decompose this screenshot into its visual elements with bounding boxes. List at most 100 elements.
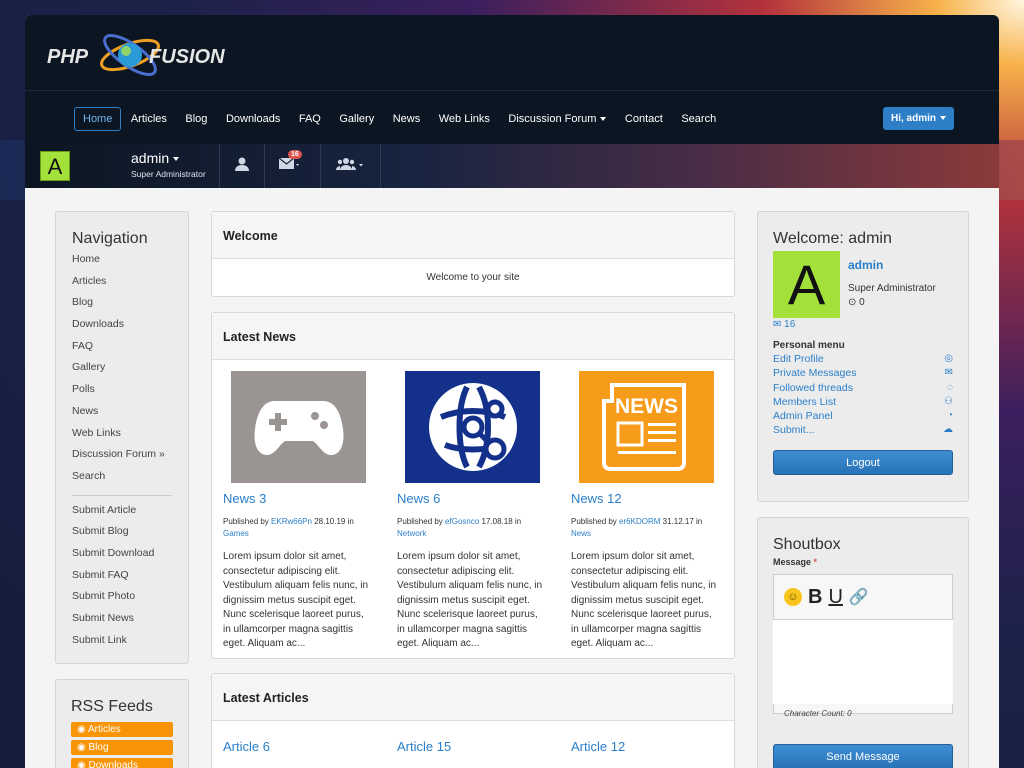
sidebar-item-submit-download[interactable]: Submit Download [72, 547, 172, 569]
welcome-text: Welcome to your site [426, 272, 520, 283]
news-category[interactable]: News [571, 529, 591, 538]
news-author[interactable]: efGosnco [445, 517, 479, 526]
sidebar-item-polls[interactable]: Polls [72, 383, 172, 405]
rss-downloads-label: Downloads [88, 760, 138, 768]
user-role: Super Administrator [131, 169, 206, 179]
news-meta: Published by efGosnco 17.08.18 in Network [397, 516, 547, 540]
link-icon[interactable]: 🔗 [849, 587, 869, 607]
news-author[interactable]: EKRw66Pn [271, 517, 312, 526]
sidebar-item-downloads[interactable]: Downloads [72, 318, 172, 340]
menu-edit-profile[interactable]: Edit Profile ◎ [773, 353, 953, 367]
news-title[interactable]: News 12 [571, 491, 721, 506]
nav-downloads[interactable]: Downloads [217, 107, 289, 131]
character-count: Character Count: 0 [784, 709, 852, 718]
sidebar-item-faq[interactable]: FAQ [72, 340, 172, 362]
sidebar-item-home[interactable]: Home [72, 253, 172, 275]
logo-text-right: FUSION [149, 46, 225, 68]
rss-panel: RSS Feeds ◉ Articles ◉ Blog ◉ Downloads [55, 679, 189, 768]
nav-search[interactable]: Search [672, 107, 725, 131]
news-title[interactable]: News 6 [397, 491, 547, 506]
required-mark: * [813, 557, 818, 567]
sidebar-item-web-links[interactable]: Web Links [72, 427, 172, 449]
user-name-dropdown[interactable]: admin [131, 150, 180, 166]
news-title[interactable]: News 3 [223, 491, 373, 506]
menu-admin-panel-label: Admin Panel [773, 410, 833, 423]
gamepad-icon[interactable] [231, 371, 366, 483]
latest-articles-panel: Latest Articles Article 6 Article 15 Art… [211, 673, 735, 768]
news-body: Lorem ipsum dolor sit amet, consectetur … [397, 551, 543, 649]
profile-icon[interactable] [234, 156, 250, 176]
user-panel: Welcome: admin A admin Super Administrat… [757, 211, 969, 502]
nav-faq[interactable]: FAQ [290, 107, 330, 131]
shoutbox-panel: Shoutbox Message * ☺ B U 🔗 Character Cou… [757, 517, 969, 768]
rss-downloads[interactable]: ◉ Downloads [71, 758, 173, 768]
network-globe-icon[interactable] [405, 371, 540, 483]
menu-members-list[interactable]: Members List ⚇ [773, 396, 953, 410]
user-points: ⊙ 0 [848, 297, 865, 308]
sidebar-item-submit-faq[interactable]: Submit FAQ [72, 569, 172, 591]
send-message-button[interactable]: Send Message [773, 744, 953, 768]
sidebar-item-submit-photo[interactable]: Submit Photo [72, 590, 172, 612]
user-menu-button[interactable]: Hi, admin [882, 107, 954, 130]
messages-value: 16 [784, 319, 796, 330]
newspaper-icon[interactable]: NEWS [579, 371, 714, 483]
personal-menu-title: Personal menu [773, 340, 845, 351]
nav-forum-label: Discussion Forum [508, 113, 597, 125]
menu-followed-threads[interactable]: Followed threads ◌ [773, 382, 953, 396]
sidebar-item-blog[interactable]: Blog [72, 296, 172, 318]
menu-private-messages[interactable]: Private Messages ✉ [773, 367, 953, 381]
news-category[interactable]: Network [397, 529, 426, 538]
site-logo[interactable]: PHP FUSION [45, 23, 255, 83]
nav-gallery[interactable]: Gallery [330, 107, 383, 131]
menu-edit-profile-label: Edit Profile [773, 353, 824, 365]
avatar[interactable]: A [40, 151, 70, 181]
chevron-down-icon [173, 157, 180, 162]
bold-icon[interactable]: B [808, 586, 822, 609]
sidebar-item-submit-link[interactable]: Submit Link [72, 634, 172, 656]
message-textarea[interactable] [773, 619, 953, 704]
logout-button[interactable]: Logout [773, 450, 953, 475]
news-published-by: Published by [397, 517, 443, 526]
user-menu-label: Hi, admin [890, 113, 936, 124]
sidebar-item-articles[interactable]: Articles [72, 275, 172, 297]
sidebar-item-discussion-forum[interactable]: Discussion Forum » [72, 448, 172, 470]
rss-icon: ◉ [77, 742, 89, 753]
nav-contact[interactable]: Contact [616, 107, 672, 131]
article-title[interactable]: Article 6 [223, 739, 270, 754]
menu-admin-panel[interactable]: Admin Panel ◔ [773, 410, 953, 424]
sidebar-item-submit-article[interactable]: Submit Article [72, 504, 172, 526]
rss-icon: ◉ [77, 760, 89, 768]
user-panel-role: Super Administrator [848, 283, 936, 294]
news-card: NEWS News 12 Published by er6KDORM 31.12… [571, 371, 721, 652]
nav-home[interactable]: Home [74, 107, 122, 131]
sidebar-item-submit-blog[interactable]: Submit Blog [72, 525, 172, 547]
nav-discussion-forum[interactable]: Discussion Forum [499, 107, 615, 131]
sidebar-item-gallery[interactable]: Gallery [72, 361, 172, 383]
underline-icon[interactable]: U [828, 586, 842, 609]
sidebar-item-submit-news[interactable]: Submit News [72, 612, 172, 634]
menu-submit[interactable]: Submit... ☁ [773, 424, 953, 438]
message-editor: ☺ B U 🔗 Character Count: 0 [773, 574, 953, 718]
rss-articles[interactable]: ◉ Articles [71, 722, 173, 737]
news-in: in [514, 517, 522, 526]
nav-blog[interactable]: Blog [176, 107, 216, 131]
article-title[interactable]: Article 15 [397, 739, 451, 754]
news-author[interactable]: er6KDORM [619, 517, 660, 526]
article-title[interactable]: Article 12 [571, 739, 625, 754]
users-group-icon[interactable] [336, 156, 366, 176]
nav-web-links[interactable]: Web Links [430, 107, 499, 131]
chevron-down-icon [940, 116, 946, 121]
rss-blog[interactable]: ◉ Blog [71, 740, 173, 755]
sidebar-item-news[interactable]: News [72, 405, 172, 427]
avatar[interactable]: A [773, 251, 840, 318]
smiley-icon[interactable]: ☺ [784, 588, 802, 606]
nav-articles[interactable]: Articles [122, 107, 176, 131]
news-category[interactable]: Games [223, 529, 249, 538]
sidebar-item-search[interactable]: Search [72, 470, 172, 492]
rss-title: RSS Feeds [71, 698, 153, 715]
user-panel-name[interactable]: admin [848, 258, 883, 272]
user-messages[interactable]: ✉ 16 [773, 319, 795, 330]
navigation-list: Home Articles Blog Downloads FAQ Gallery… [72, 253, 172, 655]
messages-icon[interactable] [278, 156, 301, 176]
nav-news[interactable]: News [384, 107, 430, 131]
